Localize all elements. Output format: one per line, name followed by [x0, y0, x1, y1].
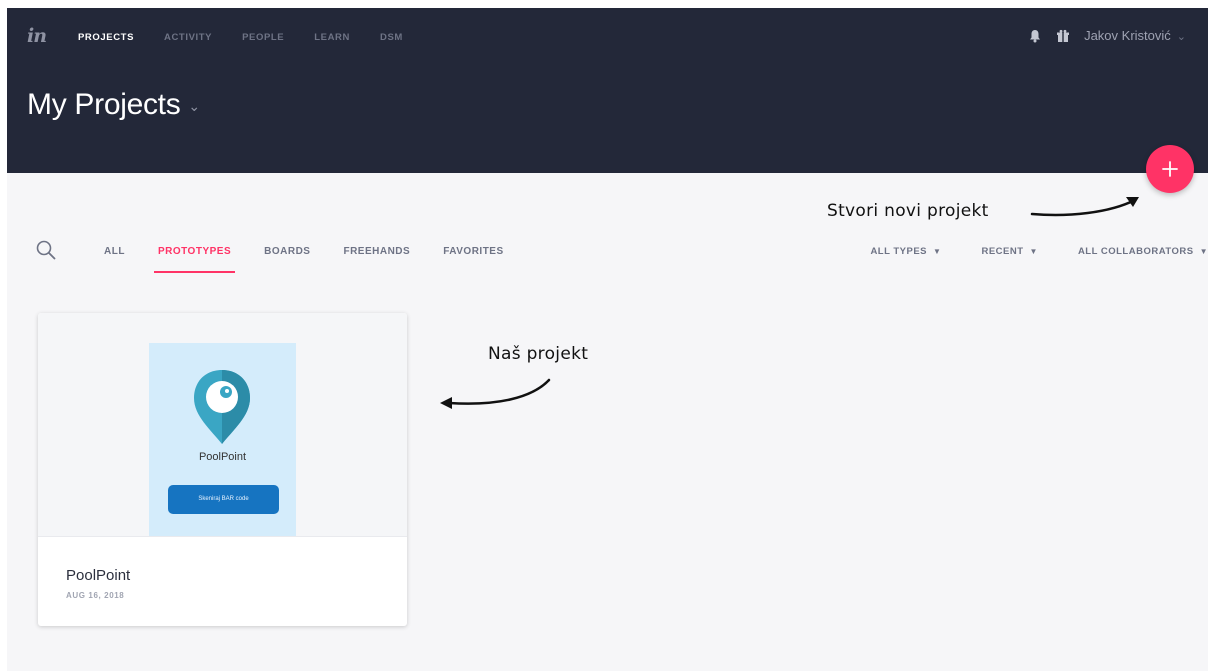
- tab-favorites[interactable]: FAVORITES: [443, 246, 503, 273]
- tab-all[interactable]: ALL: [104, 246, 125, 273]
- user-area: Jakov Kristović ⌄: [1028, 28, 1186, 43]
- preview-app-name: PoolPoint: [198, 451, 247, 463]
- project-card[interactable]: PoolPoint Skeniraj BAR code PoolPoint AU…: [38, 313, 407, 626]
- search-icon[interactable]: [36, 240, 56, 260]
- filter-bar: ALL PROTOTYPES BOARDS FREEHANDS FAVORITE…: [7, 240, 1208, 280]
- page-title-dropdown[interactable]: My Projects ⌄: [27, 88, 200, 122]
- user-menu[interactable]: Jakov Kristović ⌄: [1084, 28, 1186, 43]
- annotation-our-project: Naš projekt: [488, 344, 589, 364]
- location-pin-icon: [194, 370, 250, 444]
- user-name: Jakov Kristović: [1084, 28, 1171, 43]
- invision-logo[interactable]: in: [27, 25, 47, 47]
- new-project-button[interactable]: [1146, 145, 1194, 193]
- nav-people[interactable]: PEOPLE: [242, 32, 284, 43]
- project-thumbnail: PoolPoint Skeniraj BAR code: [38, 313, 407, 536]
- app-frame: in PROJECTS ACTIVITY PEOPLE LEARN DSM Ja…: [7, 8, 1208, 671]
- caret-down-icon: ▼: [1199, 247, 1208, 256]
- arrow-icon: [440, 378, 551, 409]
- project-date: AUG 16, 2018: [66, 591, 125, 600]
- tab-boards[interactable]: BOARDS: [264, 246, 310, 273]
- gift-icon[interactable]: [1056, 29, 1070, 43]
- dropdown-label: ALL TYPES: [870, 246, 928, 257]
- sort-dropdown[interactable]: RECENT ▼: [981, 246, 1037, 257]
- arrow-icon: [1030, 197, 1139, 217]
- tab-freehands[interactable]: FREEHANDS: [343, 246, 410, 273]
- chevron-down-icon: ⌄: [188, 97, 200, 114]
- tab-prototypes[interactable]: PROTOTYPES: [153, 246, 236, 273]
- annotation-new-project: Stvori novi projekt: [827, 201, 989, 221]
- filter-dropdowns: ALL TYPES ▼ RECENT ▼ ALL COLLABORATORS ▼: [830, 246, 1208, 257]
- dropdown-label: ALL COLLABORATORS: [1077, 246, 1194, 257]
- plus-icon: [1162, 161, 1178, 177]
- nav-dsm[interactable]: DSM: [380, 32, 403, 43]
- nav-activity[interactable]: ACTIVITY: [164, 32, 212, 43]
- caret-down-icon: ▼: [1029, 247, 1038, 256]
- preview-scan-button: Skeniraj BAR code: [168, 485, 279, 514]
- bell-icon[interactable]: [1028, 29, 1042, 43]
- page-title: My Projects: [27, 88, 181, 121]
- screen-preview: PoolPoint Skeniraj BAR code: [149, 343, 296, 536]
- main-nav: PROJECTS ACTIVITY PEOPLE LEARN DSM: [78, 32, 433, 43]
- collaborators-dropdown[interactable]: ALL COLLABORATORS ▼: [1078, 246, 1208, 257]
- chevron-down-icon: ⌄: [1176, 31, 1186, 43]
- project-tabs: ALL PROTOTYPES BOARDS FREEHANDS FAVORITE…: [104, 246, 537, 273]
- project-info: PoolPoint AUG 16, 2018: [38, 536, 407, 626]
- nav-learn[interactable]: LEARN: [314, 32, 350, 43]
- dropdown-label: RECENT: [981, 246, 1024, 257]
- nav-projects[interactable]: PROJECTS: [78, 32, 134, 43]
- top-header: in PROJECTS ACTIVITY PEOPLE LEARN DSM Ja…: [7, 8, 1208, 173]
- type-filter-dropdown[interactable]: ALL TYPES ▼: [870, 246, 941, 257]
- project-title: PoolPoint: [66, 567, 131, 584]
- caret-down-icon: ▼: [933, 247, 942, 256]
